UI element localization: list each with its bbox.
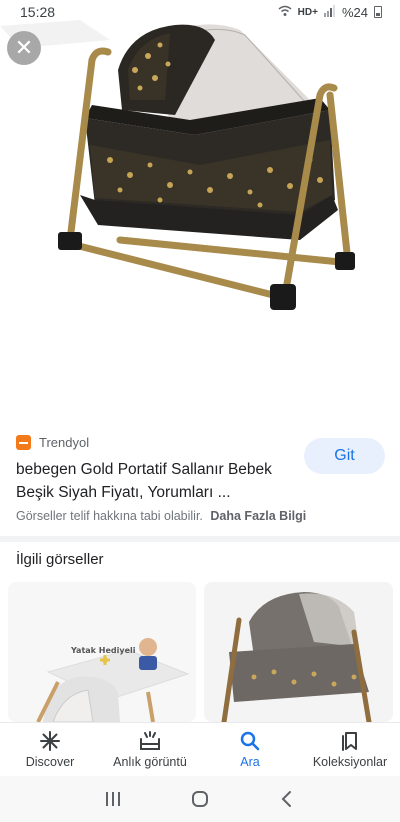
close-icon: ✕ xyxy=(14,35,34,60)
back-button[interactable] xyxy=(267,784,307,814)
home-button[interactable] xyxy=(180,784,220,814)
grey-crib-image xyxy=(204,582,393,722)
main-image[interactable] xyxy=(0,0,400,420)
nav-discover[interactable]: Discover xyxy=(0,723,100,776)
go-button[interactable]: Git xyxy=(304,438,385,474)
related-image-2[interactable] xyxy=(204,582,393,722)
related-image-1[interactable]: Yatak Hediyeli xyxy=(8,582,196,722)
status-icons: HD+ %24 xyxy=(278,4,382,20)
bottom-navigation: Discover Anlık görüntü Ara Koleksiyonlar xyxy=(0,722,400,776)
asterisk-icon xyxy=(40,730,60,752)
system-navigation-bar xyxy=(0,776,400,822)
nav-label: Anlık görüntü xyxy=(113,755,187,769)
nav-collections[interactable]: Koleksiyonlar xyxy=(300,723,400,776)
copyright-notice: Görseller telif hakkına tabi olabilir. xyxy=(16,509,203,523)
thumb-caption: Yatak Hediyeli xyxy=(71,646,136,655)
network-type: HD+ xyxy=(297,6,318,18)
source-name: Trendyol xyxy=(39,435,90,450)
copyright-line: Görseller telif hakkına tabi olabilir. D… xyxy=(16,509,306,523)
related-heading: İlgili görseller xyxy=(16,551,104,568)
more-info-link[interactable]: Daha Fazla Bilgi xyxy=(210,509,306,523)
recents-button[interactable] xyxy=(93,784,133,814)
home-icon xyxy=(191,791,208,807)
signal-icon xyxy=(323,4,336,20)
back-chevron-icon xyxy=(281,791,291,807)
battery-icon xyxy=(374,6,382,18)
nav-snapshot[interactable]: Anlık görüntü xyxy=(100,723,200,776)
close-button[interactable]: ✕ xyxy=(7,31,41,65)
wifi-icon xyxy=(278,5,292,20)
search-icon xyxy=(240,730,260,752)
status-bar: 15:28 HD+ %24 xyxy=(0,0,400,24)
result-title[interactable]: bebegen Gold Portatif Sallanır Bebek Beş… xyxy=(16,458,296,504)
snapshot-icon xyxy=(139,730,161,752)
source-row[interactable]: Trendyol xyxy=(16,435,89,450)
crib-illustration xyxy=(0,20,355,310)
nav-label: Ara xyxy=(240,755,260,769)
trendyol-logo-icon xyxy=(16,435,31,450)
nav-label: Koleksiyonlar xyxy=(312,755,388,769)
battery-level: %24 xyxy=(341,4,368,20)
recents-icon xyxy=(106,792,121,806)
bookmark-icon xyxy=(341,730,359,752)
nav-label: Discover xyxy=(25,755,75,769)
nav-search[interactable]: Ara xyxy=(200,723,300,776)
status-time: 15:28 xyxy=(20,4,56,20)
section-divider xyxy=(0,536,400,542)
